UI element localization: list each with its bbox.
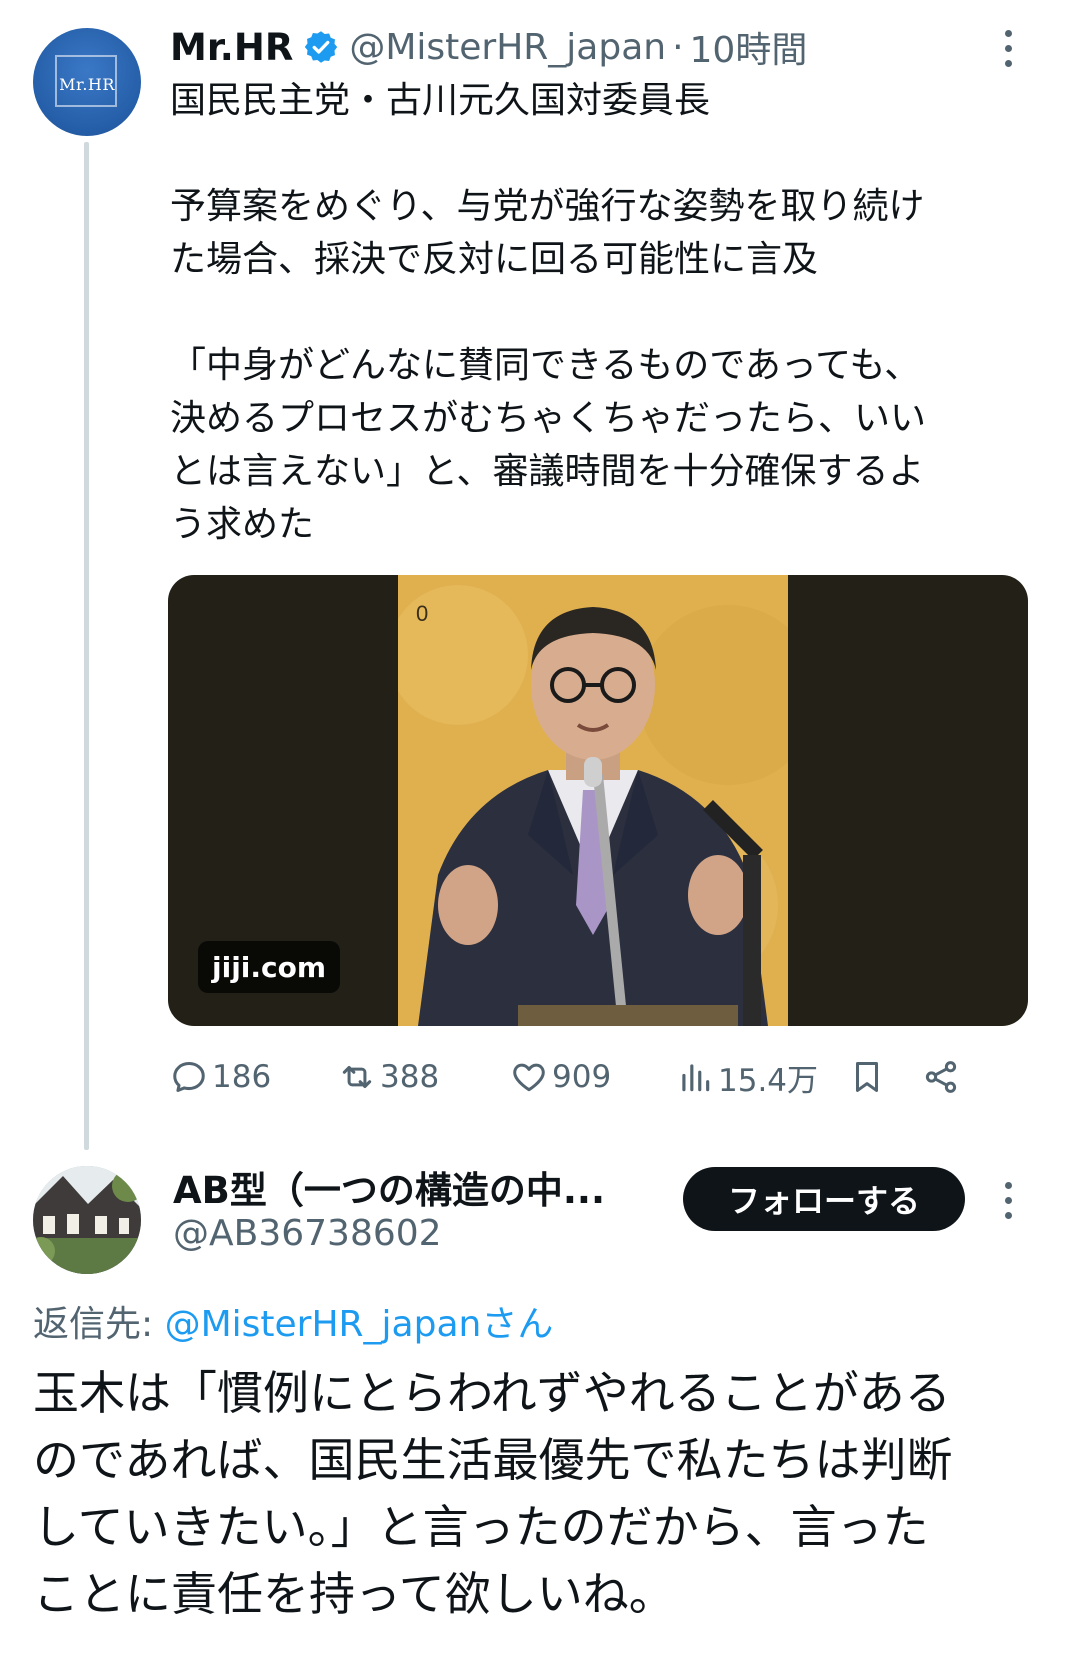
reply-author-handle[interactable]: @AB36738602 xyxy=(173,1213,442,1254)
share-icon xyxy=(925,1061,957,1093)
tweet-paragraph: 予算案をめぐり、与党が強行な姿勢を取り続け た場合、採決で反対に回る可能性に言及 xyxy=(170,186,925,280)
avatar-logo-text: Mr.HR xyxy=(59,75,115,94)
follow-button[interactable]: フォローする xyxy=(683,1167,965,1231)
tweet-media-image[interactable]: 0 jiji.com xyxy=(168,575,1028,1026)
like-button[interactable]: 909 xyxy=(510,1052,611,1102)
retweet-icon xyxy=(342,1065,372,1089)
replying-to-link[interactable]: @MisterHR_japanさん xyxy=(165,1304,554,1345)
header-separator: · xyxy=(672,26,684,68)
replying-to-line: 返信先: @MisterHR_japanさん xyxy=(33,1295,553,1347)
tweet-header: Mr.HR @MisterHR_japan · 10時間 xyxy=(170,22,807,72)
like-count: 909 xyxy=(552,1059,612,1095)
reply-text: 玉木は「慣例にとらわれずやれることがある のであれば、国民生活最優先で私たちは判… xyxy=(33,1360,1043,1628)
tweet-text: 国民民主党・古川元久国対委員長 予算案をめぐり、与党が強行な姿勢を取り続け た場… xyxy=(170,74,1025,551)
reply-button[interactable]: 186 xyxy=(170,1052,271,1102)
reply-more-options-icon[interactable] xyxy=(1000,1182,1016,1222)
views-button[interactable]: 15.4万 xyxy=(676,1052,818,1102)
reply-paragraph: 玉木は「慣例にとらわれずやれることがある のであれば、国民生活最優先で私たちは判… xyxy=(33,1366,953,1621)
tweet-paragraph: 「中身がどんなに賛同できるものであっても、 決めるプロセスがむちゃくちゃだったら… xyxy=(170,345,927,545)
more-options-icon[interactable] xyxy=(1000,30,1016,70)
views-count: 15.4万 xyxy=(718,1062,819,1099)
verified-badge-icon xyxy=(305,31,338,63)
tweet-action-bar: 186 388 909 15.4万 xyxy=(170,1052,1015,1102)
bookmark-button[interactable] xyxy=(848,1052,890,1102)
retweet-button[interactable]: 388 xyxy=(338,1052,439,1102)
media-source-badge: jiji.com xyxy=(198,941,341,993)
tweet-paragraph: 国民民主党・古川元久国対委員長 xyxy=(170,80,711,121)
politician-photo: 0 xyxy=(398,575,788,1026)
reply-icon xyxy=(173,1062,205,1092)
reply-author-avatar[interactable] xyxy=(33,1166,141,1274)
author-avatar[interactable]: Mr.HR xyxy=(33,28,141,136)
replying-to-prefix: 返信先: xyxy=(33,1304,165,1345)
reply-author-name[interactable]: AB型（一つの構造の中... xyxy=(173,1160,605,1214)
share-button[interactable] xyxy=(922,1052,964,1102)
thread-connector-line xyxy=(84,142,89,1150)
author-name[interactable]: Mr.HR xyxy=(170,26,293,69)
bookmark-icon xyxy=(855,1062,879,1092)
heart-icon xyxy=(513,1063,545,1092)
tweet-timestamp[interactable]: 10時間 xyxy=(690,21,808,73)
reply-count: 186 xyxy=(212,1059,272,1095)
retweet-count: 388 xyxy=(380,1059,440,1095)
house-photo-icon xyxy=(33,1166,141,1274)
photo-corner-mark: 0 xyxy=(416,601,428,626)
photo-illustration: 0 xyxy=(398,575,788,1026)
views-chart-icon xyxy=(682,1064,710,1092)
author-handle[interactable]: @MisterHR_japan xyxy=(349,27,666,68)
